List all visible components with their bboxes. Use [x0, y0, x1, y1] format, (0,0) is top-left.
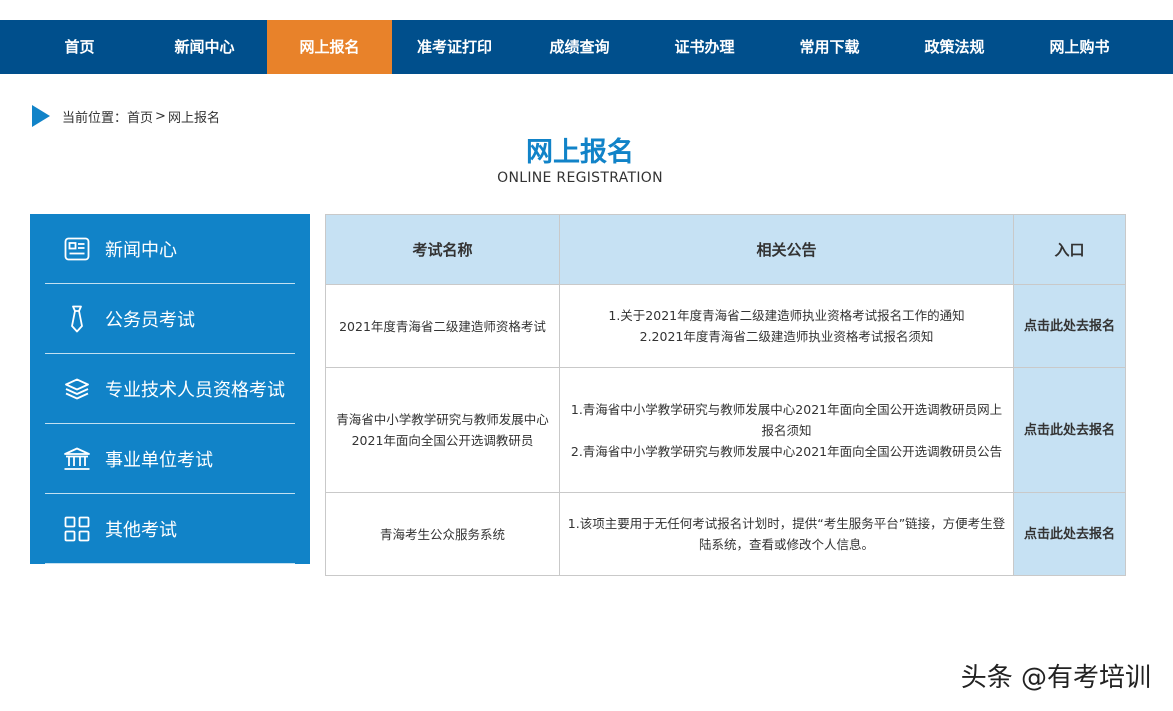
notices-cell: 1.青海省中小学教学研究与教师发展中心2021年面向全国公开选调教研员网上报名须… — [559, 367, 1014, 493]
grid-icon — [61, 513, 93, 545]
exam-name-cell: 青海考生公众服务系统 — [325, 492, 560, 576]
sidebar-item-label: 专业技术人员资格考试 — [105, 379, 285, 401]
top-nav: 首页 新闻中心 网上报名 准考证打印 成绩查询 证书办理 常用下载 政策法规 网… — [0, 20, 1173, 74]
sidebar-item-professional-qualification[interactable]: 专业技术人员资格考试 — [45, 354, 295, 424]
sidebar-item-civil-service[interactable]: 公务员考试 — [45, 284, 295, 354]
notice-link[interactable]: 1.青海省中小学教学研究与教师发展中心2021年面向全国公开选调教研员网上报名须… — [566, 399, 1007, 441]
breadcrumb-current: 网上报名 — [167, 110, 220, 126]
sidebar-item-public-institution[interactable]: 事业单位考试 — [45, 424, 295, 494]
nav-item-admission-ticket[interactable]: 准考证打印 — [392, 20, 517, 74]
column-header-entry: 入口 — [1013, 214, 1126, 285]
page-title: 网上报名 — [526, 137, 634, 168]
sidebar-item-label: 公务员考试 — [105, 309, 195, 331]
notices-cell: 1.关于2021年度青海省二级建造师执业资格考试报名工作的通知 2.2021年度… — [559, 284, 1014, 368]
notice-link[interactable]: 2.2021年度青海省二级建造师执业资格考试报名须知 — [566, 326, 1007, 347]
play-arrow-icon — [32, 105, 50, 127]
nav-item-score-query[interactable]: 成绩查询 — [517, 20, 642, 74]
register-link[interactable]: 点击此处去报名 — [1013, 492, 1126, 576]
table-row: 青海考生公众服务系统 1.该项主要用于无任何考试报名计划时，提供“考生服务平台”… — [325, 492, 1126, 576]
sidebar: 新闻中心 公务员考试 专业技术人员资格考试 事业单位考试 其他考试 — [30, 214, 310, 564]
breadcrumb: 当前位置： 首页 > 网上报名 — [32, 105, 220, 127]
sidebar-item-label: 其他考试 — [105, 519, 177, 541]
watermark: 头条 @有考培训 — [960, 663, 1151, 693]
notice-link[interactable]: 1.该项主要用于无任何考试报名计划时，提供“考生服务平台”链接，方便考生登陆系统… — [566, 513, 1007, 555]
notice-link[interactable]: 2.青海省中小学教学研究与教师发展中心2021年面向全国公开选调教研员公告 — [566, 441, 1007, 462]
nav-item-home[interactable]: 首页 — [17, 20, 142, 74]
table-row: 青海省中小学教学研究与教师发展中心2021年面向全国公开选调教研员 1.青海省中… — [325, 367, 1126, 493]
breadcrumb-prefix: 当前位置： — [62, 110, 128, 126]
breadcrumb-home-link[interactable]: 首页 — [127, 107, 153, 126]
register-link[interactable]: 点击此处去报名 — [1013, 367, 1126, 493]
building-icon — [61, 443, 93, 475]
table-row: 2021年度青海省二级建造师资格考试 1.关于2021年度青海省二级建造师执业资… — [325, 284, 1126, 368]
page-subtitle: ONLINE REGISTRATION — [497, 170, 663, 186]
notice-link[interactable]: 1.关于2021年度青海省二级建造师执业资格考试报名工作的通知 — [566, 305, 1007, 326]
tie-icon — [61, 303, 93, 335]
table-header-row: 考试名称 相关公告 入口 — [325, 214, 1126, 285]
column-header-exam-name: 考试名称 — [325, 214, 560, 285]
nav-item-downloads[interactable]: 常用下载 — [767, 20, 892, 74]
nav-item-policies[interactable]: 政策法规 — [892, 20, 1017, 74]
nav-item-online-registration[interactable]: 网上报名 — [267, 20, 392, 74]
registration-table: 考试名称 相关公告 入口 2021年度青海省二级建造师资格考试 1.关于2021… — [325, 214, 1126, 576]
sidebar-item-news[interactable]: 新闻中心 — [45, 214, 295, 284]
breadcrumb-separator: > — [155, 108, 166, 124]
sidebar-item-label: 新闻中心 — [105, 239, 177, 261]
column-header-notices: 相关公告 — [559, 214, 1014, 285]
layers-icon — [61, 373, 93, 405]
news-icon — [61, 233, 93, 265]
nav-item-bookstore[interactable]: 网上购书 — [1017, 20, 1142, 74]
nav-item-news[interactable]: 新闻中心 — [142, 20, 267, 74]
notices-cell: 1.该项主要用于无任何考试报名计划时，提供“考生服务平台”链接，方便考生登陆系统… — [559, 492, 1014, 576]
exam-name-cell: 2021年度青海省二级建造师资格考试 — [325, 284, 560, 368]
sidebar-item-label: 事业单位考试 — [105, 449, 213, 471]
exam-name-cell: 青海省中小学教学研究与教师发展中心2021年面向全国公开选调教研员 — [325, 367, 560, 493]
nav-item-certificate[interactable]: 证书办理 — [642, 20, 767, 74]
register-link[interactable]: 点击此处去报名 — [1013, 284, 1126, 368]
sidebar-item-other-exams[interactable]: 其他考试 — [45, 494, 295, 564]
